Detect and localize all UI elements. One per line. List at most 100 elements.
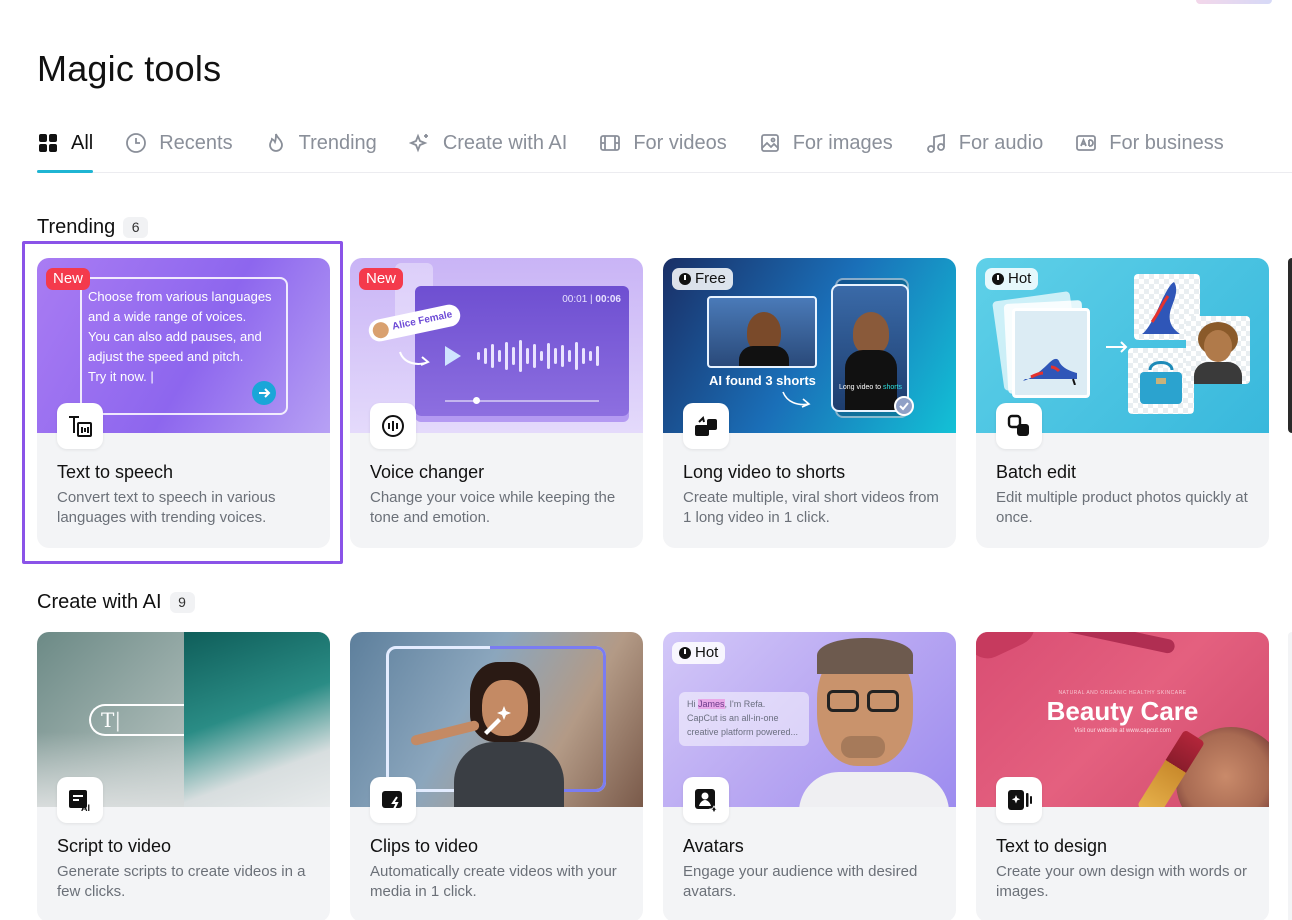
selection-highlight	[22, 241, 343, 564]
section-count: 9	[169, 592, 195, 613]
clock-icon	[125, 132, 147, 154]
card-title: Text to design	[996, 836, 1108, 856]
bubble-word: Hi	[687, 699, 696, 709]
avatar-person	[799, 632, 956, 807]
category-tabs: All Recents Trending Create with AI For …	[37, 126, 1292, 173]
bubble-line: creative platform powered...	[687, 727, 799, 737]
top-right-decoration	[1196, 0, 1272, 4]
badge-label: Hot	[695, 644, 719, 661]
bubble-word: , I'm Refa.	[724, 699, 766, 709]
card-title: Avatars	[683, 836, 744, 856]
card-clips-to-video[interactable]: Clips to video Automatically create vide…	[350, 632, 643, 920]
batch-edit-icon	[996, 403, 1042, 449]
bubble-line: CapCut is an all-in-one	[687, 713, 779, 723]
tab-trending[interactable]: Trending	[265, 126, 377, 160]
play-icon	[445, 346, 461, 366]
tab-for-audio[interactable]: For audio	[925, 126, 1044, 160]
tab-label: Trending	[298, 131, 377, 154]
cutout-person	[1186, 316, 1250, 384]
free-badge: Free	[672, 268, 733, 290]
script-to-video-icon: AI	[57, 777, 103, 823]
bubble-name: James	[698, 699, 725, 709]
card-avatars[interactable]: Hi James, I'm Refa. CapCut is an all-in-…	[663, 632, 956, 920]
time-current: 00:01	[562, 294, 588, 305]
hot-badge: Hot	[672, 642, 726, 664]
page-title: Magic tools	[37, 48, 222, 89]
tab-all[interactable]: All	[37, 126, 94, 173]
short-caption-accent: shorts	[883, 384, 903, 391]
waveform	[477, 340, 599, 372]
card-title: Voice changer	[370, 462, 485, 482]
video-thumbnail	[707, 296, 817, 368]
text-to-design-icon	[996, 777, 1042, 823]
card-description: Engage your audience with desired avatar…	[683, 863, 918, 900]
script-bubble: Hi James, I'm Refa. CapCut is an all-in-…	[679, 692, 809, 746]
card-description: Change your voice while keeping the tone…	[370, 489, 616, 526]
section-heading: Create with AI	[37, 591, 162, 613]
tab-label: For images	[792, 131, 893, 154]
section-title-trending: Trending 6	[37, 216, 149, 239]
hot-badge: Hot	[985, 268, 1039, 290]
short-caption: Long video to	[839, 384, 882, 391]
clock-badge-icon	[679, 273, 691, 285]
time-duration: 00:06	[595, 294, 621, 305]
tab-label: Create with AI	[442, 131, 568, 154]
badge-label: Hot	[1008, 270, 1032, 287]
card-description: Edit multiple product photos quickly at …	[996, 489, 1248, 526]
next-card-peek	[1288, 632, 1292, 920]
card-description: Generate scripts to create videos in a f…	[57, 863, 306, 900]
curved-arrow-icon	[399, 351, 430, 366]
card-title: Long video to shorts	[683, 462, 846, 482]
flame-icon	[265, 132, 287, 154]
card-long-video-to-shorts[interactable]: Long video to shorts AI found 3 shorts F…	[663, 258, 956, 548]
preview-letter: T	[101, 708, 115, 732]
music-note-icon	[925, 132, 947, 154]
card-description: Automatically create videos with your me…	[370, 863, 617, 900]
clock-badge-icon	[679, 647, 691, 659]
tab-for-videos[interactable]: For videos	[599, 126, 727, 160]
section-title-create-with-ai: Create with AI 9	[37, 591, 195, 614]
next-card-peek	[1288, 258, 1292, 433]
tab-label: For videos	[633, 131, 727, 154]
svg-text:AI: AI	[81, 803, 90, 813]
tab-for-images[interactable]: For images	[759, 126, 893, 160]
card-batch-edit[interactable]: Hot Batch edit Edit multiple product pho…	[976, 258, 1269, 548]
cutout-bag	[1128, 348, 1194, 414]
tab-create-with-ai[interactable]: Create with AI	[408, 126, 568, 160]
card-description: Create your own design with words or ima…	[996, 863, 1247, 900]
timestamp: 00:01 | 00:06	[562, 294, 621, 305]
film-icon	[599, 132, 621, 154]
sparkle-wand-icon	[484, 706, 511, 735]
tab-label: For audio	[958, 131, 1044, 154]
card-voice-changer[interactable]: 00:01 | 00:06 Alice Female New Voice cha…	[350, 258, 643, 548]
shoe-image	[1023, 358, 1077, 385]
text-input-outline: T|	[89, 704, 184, 736]
tab-recents[interactable]: Recents	[125, 126, 233, 160]
card-description: Create multiple, viral short videos from…	[683, 489, 939, 526]
card-title: Script to video	[57, 836, 172, 856]
badge-label: Free	[695, 270, 726, 287]
voice-changer-icon	[370, 403, 416, 449]
curved-arrow-icon	[782, 391, 811, 408]
tab-label: All	[71, 131, 94, 154]
card-script-to-video[interactable]: T| AI Script to video Generate scripts t…	[37, 632, 330, 920]
clips-to-video-icon	[370, 777, 416, 823]
tab-for-business[interactable]: For business	[1075, 126, 1224, 160]
image-icon	[759, 132, 781, 154]
ai-found-text: AI found 3 shorts	[709, 373, 816, 388]
section-heading: Trending	[37, 216, 116, 238]
card-text-to-design[interactable]: NATURAL AND ORGANIC HEALTHY SKINCARE Bea…	[976, 632, 1269, 920]
tab-label: For business	[1109, 131, 1224, 154]
tab-label: Recents	[159, 131, 233, 154]
design-title: Beauty Care	[1046, 696, 1199, 726]
ad-icon	[1075, 132, 1097, 154]
new-badge: New	[359, 268, 404, 290]
short-thumbnail: Long video to shorts	[831, 284, 909, 412]
avatars-icon	[683, 777, 729, 823]
arrow-right-icon	[1106, 341, 1128, 353]
card-title: Clips to video	[370, 836, 479, 856]
check-circle-icon	[894, 396, 914, 416]
clock-badge-icon	[992, 273, 1004, 285]
card-title: Batch edit	[996, 462, 1077, 482]
long-video-to-shorts-icon	[683, 403, 729, 449]
